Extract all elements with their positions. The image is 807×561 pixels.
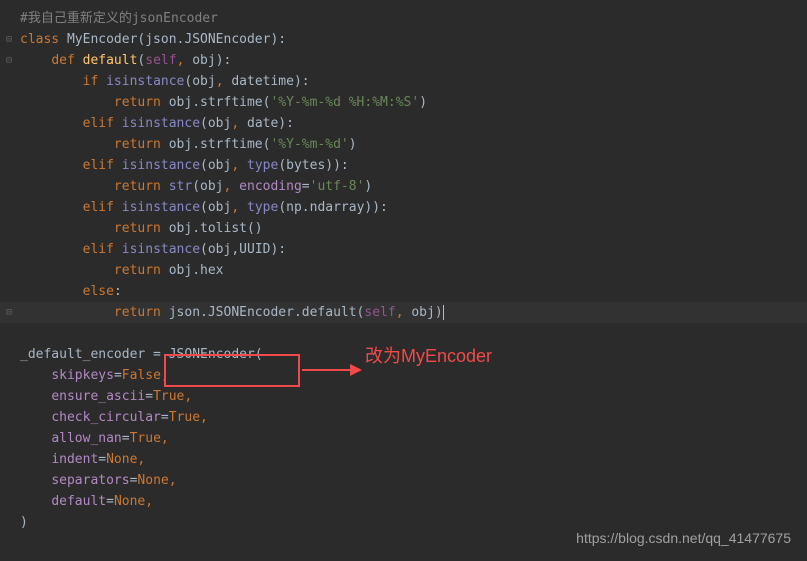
kwarg: default [51, 494, 106, 509]
kwarg: encoding [239, 179, 302, 194]
keyword-else: else [83, 284, 114, 299]
builtin-isinstance: isinstance [114, 200, 200, 215]
code-editor[interactable]: #我自己重新定义的jsonEncoder ⊟ class MyEncoder(js… [0, 0, 807, 533]
param-obj: obj [192, 53, 215, 68]
comma: , [169, 473, 177, 488]
kwarg: check_circular [51, 410, 161, 425]
keyword-return: return [114, 263, 161, 278]
bool-false: False [122, 368, 161, 383]
self-param: self [145, 53, 176, 68]
builtin-isinstance: isinstance [114, 242, 200, 257]
keyword-def: def [51, 53, 74, 68]
args: (obj [200, 200, 231, 215]
comma: , [161, 368, 169, 383]
string-literal: '%Y-%m-%d %H:%M:%S' [270, 95, 419, 110]
string-literal: '%Y-%m-%d' [270, 137, 348, 152]
expr: json.JSONEncoder.default( [161, 305, 365, 320]
keyword-elif: elif [83, 116, 114, 131]
builtin-isinstance: isinstance [114, 158, 200, 173]
keyword-return: return [114, 137, 161, 152]
comma: , [184, 389, 192, 404]
bool-true: True [169, 410, 200, 425]
builtin-str: str [161, 179, 192, 194]
none-literal: None [106, 452, 137, 467]
builtin-isinstance: isinstance [98, 74, 184, 89]
args: (obj,UUID): [200, 242, 286, 257]
args: (obj [192, 179, 223, 194]
close: ) [435, 305, 444, 320]
keyword-return: return [114, 221, 161, 236]
keyword-elif: elif [83, 200, 114, 215]
ndarray-ref: (np.ndarray)): [278, 200, 388, 215]
self-param: self [364, 305, 395, 320]
builtin-type: type [247, 158, 278, 173]
comma: , [231, 116, 247, 131]
comma: , [231, 200, 247, 215]
keyword-if: if [83, 74, 99, 89]
expr: obj.hex [161, 263, 224, 278]
bool-true: True [153, 389, 184, 404]
comma: , [161, 431, 169, 446]
args: (obj [200, 158, 231, 173]
comma: , [396, 305, 412, 320]
builtin-isinstance: isinstance [114, 116, 200, 131]
fold-icon[interactable]: ⊟ [6, 50, 12, 71]
close: ) [419, 95, 427, 110]
none-literal: None [137, 473, 168, 488]
comma: , [145, 494, 153, 509]
keyword-class: class [20, 32, 59, 47]
class-declaration: MyEncoder(json.JSONEncoder): [59, 32, 286, 47]
fold-icon[interactable]: ⊟ [6, 302, 12, 323]
keyword-elif: elif [83, 242, 114, 257]
expr: obj.tolist() [161, 221, 263, 236]
args: (obj [200, 116, 231, 131]
comma: , [231, 158, 247, 173]
keyword-return: return [114, 179, 161, 194]
var-assign: _default_encoder = [20, 347, 169, 362]
equals: = [122, 431, 130, 446]
kwarg: allow_nan [51, 431, 121, 446]
equals: = [106, 494, 114, 509]
kwarg: indent [51, 452, 98, 467]
bytes-ref: (bytes [278, 158, 325, 173]
comma: , [224, 179, 240, 194]
expr: obj.strftime( [161, 95, 271, 110]
comma: , [137, 452, 145, 467]
comma: , [216, 74, 232, 89]
none-literal: None [114, 494, 145, 509]
func-name: default [75, 53, 138, 68]
param-obj: obj [411, 305, 434, 320]
type-ref: datetime): [231, 74, 309, 89]
close: ) [364, 179, 372, 194]
builtin-type: type [247, 200, 278, 215]
type-ref: date): [247, 116, 294, 131]
equals: = [145, 389, 153, 404]
equals: = [114, 368, 122, 383]
equals: = [161, 410, 169, 425]
expr: obj.strftime( [161, 137, 271, 152]
args: (obj [184, 74, 215, 89]
kwarg: separators [51, 473, 129, 488]
fold-icon[interactable]: ⊟ [6, 29, 12, 50]
close: )): [325, 158, 348, 173]
comma: , [200, 410, 208, 425]
encoder-call: JSONEncoder( [169, 347, 263, 362]
keyword-elif: elif [83, 158, 114, 173]
colon: : [114, 284, 122, 299]
close: ): [216, 53, 232, 68]
kwarg: ensure_ascii [51, 389, 145, 404]
kwarg: skipkeys [51, 368, 114, 383]
keyword-return: return [114, 95, 161, 110]
equals: = [98, 452, 106, 467]
string-literal: 'utf-8' [310, 179, 365, 194]
comma: , [177, 53, 193, 68]
watermark-text: https://blog.csdn.net/qq_41477675 [576, 528, 791, 549]
equals: = [302, 179, 310, 194]
comment-line: #我自己重新定义的jsonEncoder [20, 11, 218, 26]
bool-true: True [130, 431, 161, 446]
keyword-return: return [114, 305, 161, 320]
close: ) [349, 137, 357, 152]
close-paren: ) [20, 515, 28, 530]
